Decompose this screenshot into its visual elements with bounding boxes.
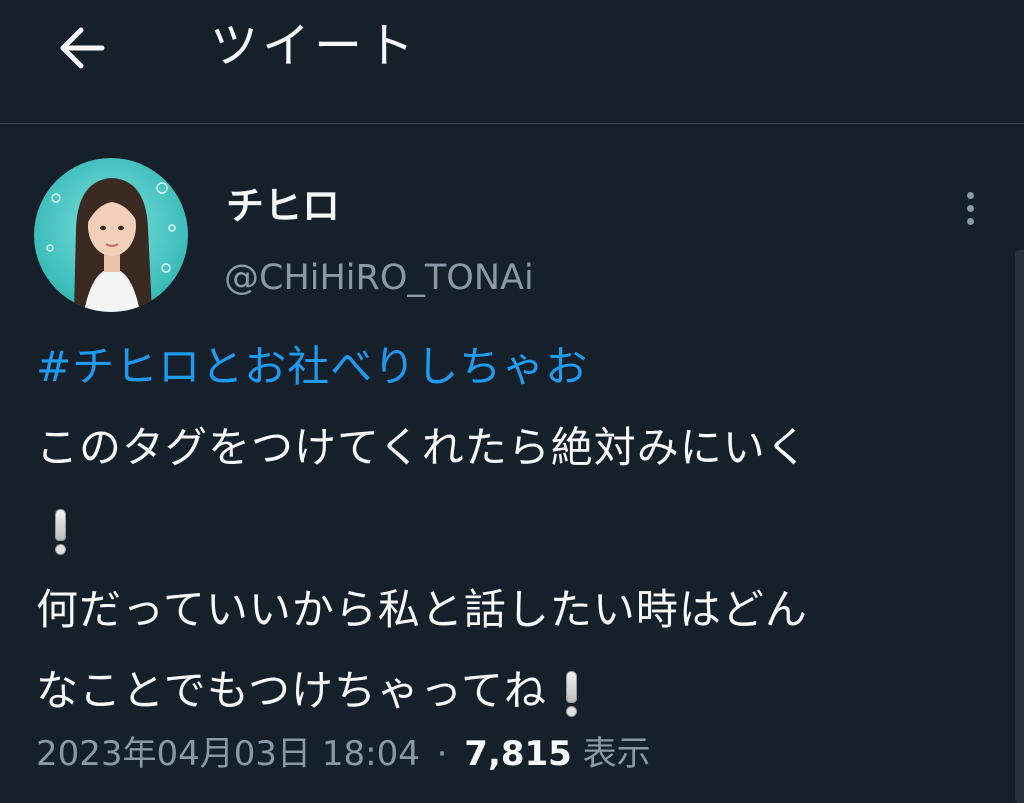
more-vertical-icon-dot [966,204,974,212]
meta-separator: · [436,734,448,774]
more-vertical-icon [966,191,974,199]
tweet-line-emoji [36,488,986,569]
page-title: ツイート [210,18,419,74]
tweet-timestamp[interactable]: 2023年04月03日 18:04 [36,734,420,774]
tweet-meta: 2023年04月03日 18:04 · 7,815 表示 [36,728,651,780]
more-options-button[interactable] [948,180,992,236]
views-count: 7,815 [464,734,572,774]
arrow-left-icon [60,27,105,69]
tweet-line: このタグをつけてくれたら絶対みにいく [36,423,809,472]
avatar[interactable] [34,158,188,312]
scrollbar[interactable] [1015,250,1024,803]
views-label: 表示 [582,734,651,774]
profile-photo [34,158,188,312]
tweet-line-text: なことでもつけちゃってね [36,666,547,715]
white-exclamation-mark-icon [566,671,576,716]
author-handle[interactable]: @CHiHiRO_TONAi [224,254,534,302]
tweet-text: #チヒロとお社べりしちゃお このタグをつけてくれたら絶対みにいく 何だっていいか… [36,326,986,731]
more-vertical-icon-dot [966,217,974,225]
top-bar: ツイート [0,0,1024,124]
white-exclamation-mark-icon [56,509,65,554]
author-display-name[interactable]: チヒロ [226,182,340,230]
tweet-line-last: なことでもつけちゃってね [36,650,986,731]
back-button[interactable] [46,16,116,80]
hashtag-link[interactable]: #チヒロとお社べりしちゃお [36,326,986,407]
tweet-line: 何だっていいから私と話したい時はどん [36,585,808,634]
